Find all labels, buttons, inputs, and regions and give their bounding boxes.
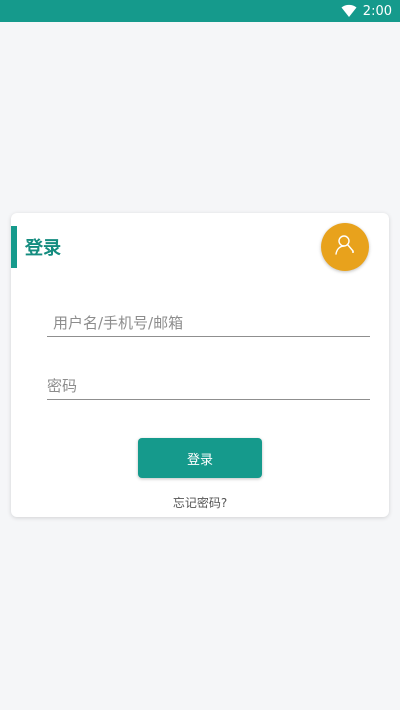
status-time: 2:00 [362,3,392,19]
status-bar: 2:00 [0,0,400,22]
username-field-container [47,310,376,337]
user-search-icon [333,233,357,261]
wifi-icon [341,4,357,18]
password-field[interactable] [47,373,370,399]
password-field-container [47,373,370,400]
user-search-button[interactable] [321,223,369,271]
forgot-password-link[interactable]: 忘记密码? [11,494,389,511]
login-title: 登录 [25,238,61,259]
username-field[interactable] [47,310,376,336]
login-button[interactable]: 登录 [138,438,262,478]
title-accent-bar [11,226,17,268]
login-card: 登录 登录 忘记密码? [11,213,389,517]
